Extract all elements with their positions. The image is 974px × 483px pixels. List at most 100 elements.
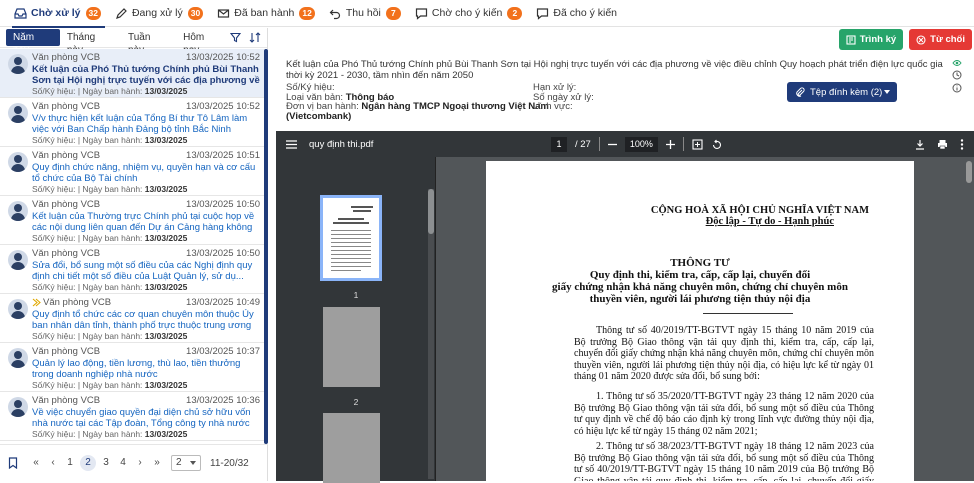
- avatar: [8, 348, 28, 368]
- list-item[interactable]: Văn phòng VCB 13/03/2025 10:50 Kết luận c…: [0, 196, 268, 245]
- inbox-icon: [14, 7, 27, 20]
- chevron-down-icon: [884, 90, 890, 97]
- submit-signing-button[interactable]: Trình ký: [838, 29, 904, 50]
- more-vertical-icon[interactable]: [960, 138, 964, 150]
- list-item[interactable]: Văn phòng VCB 13/03/2025 10:50 Sửa đổi, b…: [0, 245, 268, 294]
- page-1[interactable]: 1: [63, 455, 77, 471]
- tab-revoked[interactable]: Thu hồi 7: [323, 0, 409, 27]
- comment-check-icon: [536, 7, 549, 20]
- item-meta: Số/Ký hiệu: | Ngày ban hành: 13/03/2025: [32, 331, 188, 341]
- avatar: [8, 397, 28, 417]
- national-header: CỘNG HOÀ XÃ HỘI CHỦ NGHĨA VIỆT NAM: [650, 205, 869, 216]
- timestamp: 13/03/2025 10:49: [186, 297, 260, 308]
- thumbnail-label: 2: [353, 397, 359, 407]
- tab-awaiting-opinion[interactable]: Chờ cho ý kiến 2: [409, 0, 531, 27]
- tab-pending[interactable]: Chờ xử lý 32: [8, 0, 109, 28]
- filter-icon[interactable]: [230, 32, 242, 43]
- tab-label: Đã ban hành: [234, 7, 295, 19]
- doc-subject-1: Quy định thi, kiểm tra, cấp, cấp lại, ch…: [589, 269, 811, 281]
- item-title: V/v thực hiện kết luận của Tổng Bí thư T…: [32, 113, 248, 135]
- paperclip-icon: [795, 87, 805, 97]
- time-filter-bar: Năm nay Tháng này Tuần này Hôm nay: [0, 28, 267, 56]
- menu-icon[interactable]: [286, 139, 297, 149]
- sender: Văn phòng VCB: [32, 248, 101, 259]
- sort-icon[interactable]: [249, 32, 261, 43]
- reject-button[interactable]: Từ chối: [909, 29, 972, 50]
- linh-vuc: Lĩnh vực:: [533, 101, 573, 112]
- document-detail-panel: Trình ký Từ chối Kết luận của Phó Thủ tư…: [276, 28, 974, 483]
- avatar: [8, 103, 28, 123]
- status-tabs: Chờ xử lý 32 Đang xử lý 30 Đã ban hành 1…: [0, 0, 974, 28]
- avatar: [8, 299, 28, 319]
- page-thumbnail-3[interactable]: [323, 413, 380, 483]
- page-thumbnail-1[interactable]: [320, 195, 382, 281]
- document-list-panel: Năm nay Tháng này Tuần này Hôm nay Văn p…: [0, 28, 268, 481]
- page-2[interactable]: 2: [80, 455, 96, 471]
- item-title: Kết luận của Phó Thủ tướng Chính phủ Bùi…: [32, 64, 260, 86]
- mail-icon: [217, 7, 230, 20]
- item-title: Quy định tổ chức các cơ quan chuyên môn …: [32, 309, 254, 331]
- tab-opinion-given[interactable]: Đã cho ý kiến: [530, 0, 625, 27]
- item-title: Quản lý lao động, tiền lương, thù lao, t…: [32, 358, 241, 380]
- list-item[interactable]: Văn phòng VCB 13/03/2025 10:37 Quản lý la…: [0, 343, 268, 392]
- page-size-select[interactable]: 2: [171, 455, 201, 471]
- print-icon[interactable]: [937, 139, 948, 150]
- list-item[interactable]: Văn phòng VCB 13/03/2025 10:49 Quy định t…: [0, 294, 268, 343]
- last-page-button[interactable]: »: [150, 455, 164, 471]
- item-meta: Số/Ký hiệu: | Ngày ban hành: 13/03/2025: [32, 184, 188, 194]
- info-icon[interactable]: [952, 83, 962, 93]
- list-item[interactable]: Văn phòng VCB 13/03/2025 10:36 Về việc ch…: [0, 392, 268, 441]
- tab-issued[interactable]: Đã ban hành 12: [211, 0, 323, 27]
- history-icon[interactable]: [952, 70, 962, 80]
- item-meta: Số/Ký hiệu: | Ngày ban hành: 13/03/2025: [32, 429, 188, 439]
- sender: Văn phòng VCB: [32, 150, 101, 161]
- list-item[interactable]: Văn phòng VCB 13/03/2025 10:51 Quy định c…: [0, 147, 268, 196]
- filter-today[interactable]: Hôm nay: [176, 29, 230, 56]
- timestamp: 13/03/2025 10:52: [186, 52, 260, 63]
- list-item[interactable]: Văn phòng VCB 13/03/2025 10:52 Kết luận c…: [0, 49, 268, 98]
- item-meta: Số/Ký hiệu: | Ngày ban hành: 13/03/2025: [32, 282, 188, 292]
- thumbnail-sidebar: 1 2: [276, 157, 436, 483]
- page-3[interactable]: 3: [99, 455, 113, 471]
- zoom-level[interactable]: 100%: [624, 136, 658, 152]
- comment-icon: [415, 7, 428, 20]
- sender: Văn phòng VCB: [32, 199, 101, 210]
- pdf-toolbar: quy định thi.pdf 1 / 27 100%: [276, 131, 974, 157]
- count-badge: 30: [187, 6, 204, 20]
- prev-page-button[interactable]: ‹: [46, 455, 60, 471]
- eye-icon[interactable]: [952, 59, 962, 67]
- bookmark-icon[interactable]: [8, 457, 18, 469]
- filter-this-month[interactable]: Tháng này: [60, 29, 121, 56]
- filter-this-week[interactable]: Tuần này: [121, 29, 176, 56]
- pdf-page: CỘNG HOÀ XÃ HỘI CHỦ NGHĨA VIỆT NAM Độc l…: [486, 161, 914, 481]
- pdf-viewer: quy định thi.pdf 1 / 27 100% 1 2 CỘNG HO…: [276, 131, 974, 483]
- download-icon[interactable]: [915, 139, 925, 150]
- zoom-out-icon[interactable]: [607, 140, 617, 149]
- action-bar: Trình ký Từ chối: [838, 29, 972, 50]
- thumbnail-scrollbar[interactable]: [428, 189, 434, 479]
- first-page-button[interactable]: «: [29, 455, 43, 471]
- paragraph-1: Thông tư số 40/2019/TT-BGTVT ngày 15 thá…: [574, 325, 874, 382]
- pagination: « ‹ 1 2 3 4 › » 2 11-20/32: [0, 444, 268, 481]
- fit-page-icon[interactable]: [692, 138, 703, 150]
- national-motto: Độc lập - Tự do - Hạnh phúc: [705, 216, 834, 227]
- list-scrollbar[interactable]: [264, 49, 268, 444]
- attachments-dropdown[interactable]: Tệp đính kèm (2): [787, 82, 897, 102]
- zoom-in-icon[interactable]: [665, 139, 675, 149]
- count-badge: 12: [299, 6, 315, 20]
- filter-this-year[interactable]: Năm nay: [6, 29, 60, 56]
- count-badge: 32: [85, 6, 101, 20]
- page-thumbnail-2[interactable]: [323, 307, 380, 387]
- don-vi-ban-hanh-cont: (Vietcombank): [286, 110, 352, 122]
- tab-processing[interactable]: Đang xử lý 30: [109, 0, 211, 27]
- page-4[interactable]: 4: [116, 455, 130, 471]
- rotate-icon[interactable]: [711, 139, 722, 150]
- item-meta: Số/Ký hiệu: | Ngày ban hành: 13/03/2025: [32, 233, 188, 243]
- list-item[interactable]: Văn phòng VCB 13/03/2025 10:52 V/v thực h…: [0, 98, 268, 147]
- pen-icon: [115, 7, 128, 20]
- next-page-button[interactable]: ›: [133, 455, 147, 471]
- timestamp: 13/03/2025 10:50: [186, 248, 260, 259]
- page-number-input[interactable]: 1: [551, 136, 567, 152]
- pdf-scrollbar[interactable]: [965, 157, 973, 481]
- pdf-filename: quy định thi.pdf: [309, 138, 374, 150]
